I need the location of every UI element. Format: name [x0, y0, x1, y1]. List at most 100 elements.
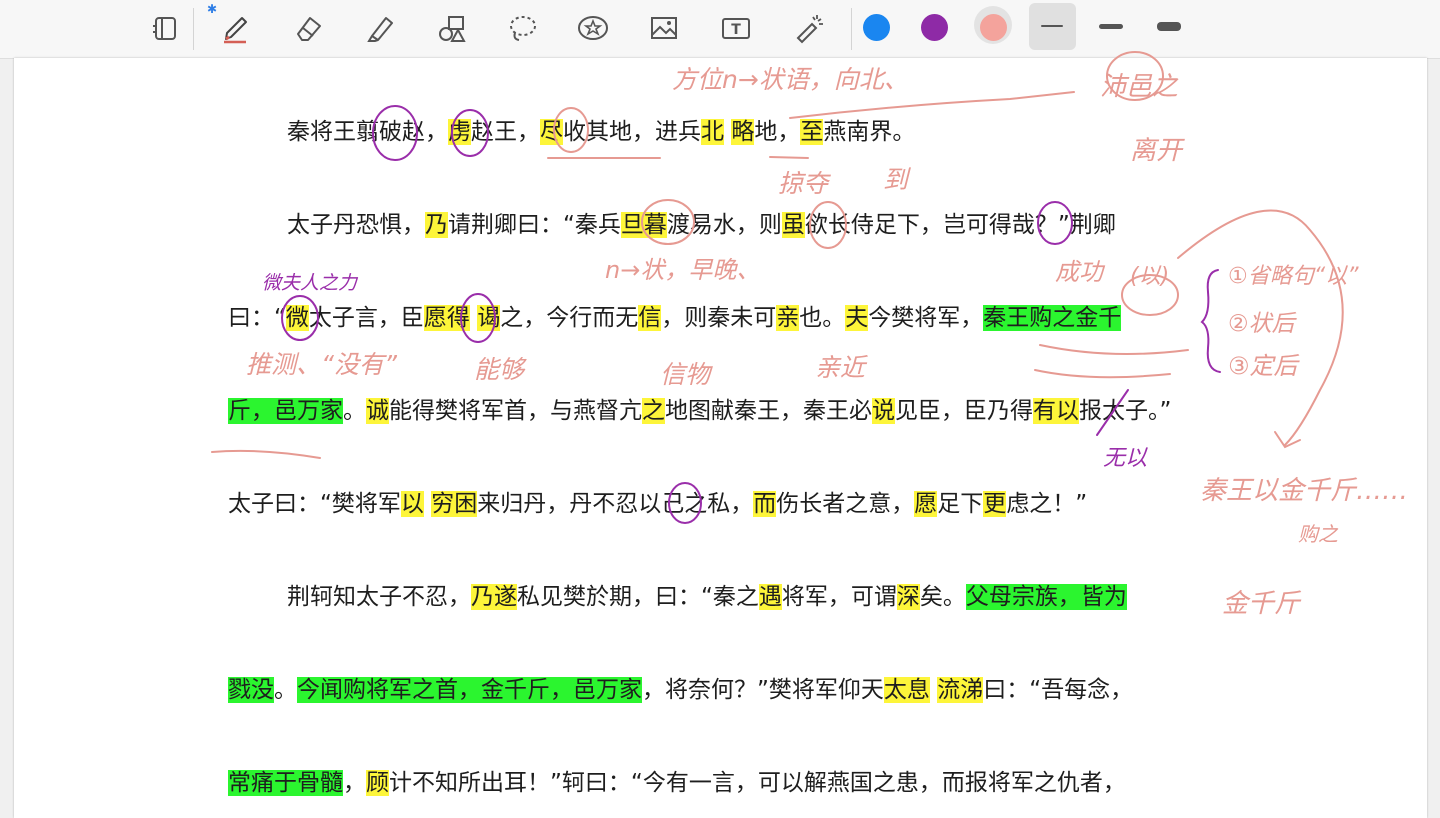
highlight-yellow: 北	[701, 119, 724, 145]
text-segment: 。	[274, 677, 297, 703]
text-segment: 太子言，臣	[308, 305, 424, 331]
highlight-green: 斤，邑万家	[228, 398, 343, 424]
highlight-green: 秦王购之金千	[983, 305, 1122, 331]
handwritten-note: (以)	[1130, 264, 1170, 289]
text-segment: 之，今行而无	[500, 305, 639, 331]
highlight-yellow: 虽	[781, 212, 805, 238]
toolbar: ✱ T	[0, 0, 1440, 59]
color-swatch-pink[interactable]	[980, 14, 1007, 41]
sticker-icon[interactable]	[571, 8, 615, 48]
text-segment: 曰：“吾每念，	[983, 677, 1134, 703]
handwritten-note: 沛邑之	[1100, 72, 1179, 102]
highlighter-icon[interactable]	[358, 8, 402, 48]
handwritten-note: ①省略句“以”	[1228, 264, 1359, 289]
highlight-yellow: 深	[896, 584, 920, 610]
svg-text:T: T	[731, 22, 741, 38]
handwritten-note: 到	[883, 165, 909, 194]
text-segment: 伤长者之意，	[776, 491, 915, 517]
text-segment: 太子曰：“樊将军	[228, 491, 401, 517]
handwritten-note: 方位n→状语，向北、	[672, 65, 909, 94]
handwritten-note: 秦王以金千斤……	[1200, 476, 1409, 506]
shapes-icon[interactable]	[430, 8, 474, 48]
highlight-yellow: 诚	[366, 398, 389, 424]
handwritten-note: 掠夺	[778, 169, 829, 198]
text-segment: 私见樊於期，曰：“秦之	[517, 584, 759, 610]
text-segment: 来归丹，丹不忍以己之私，	[477, 491, 754, 517]
highlight-yellow: 更	[983, 491, 1007, 517]
highlight-yellow: 夫	[845, 305, 869, 331]
text-line-8: 常痛于骨髓，顾计不知所出耳！”轲曰：“今有一言，可以解燕国之患，而报将军之仇者，	[228, 766, 1126, 800]
text-segment: 秦将王翦	[287, 119, 379, 145]
text-segment: 曰：“	[228, 305, 286, 331]
text-icon[interactable]: T	[714, 8, 758, 48]
stroke-width-thick[interactable]	[1157, 22, 1181, 31]
handwritten-note: 信物	[660, 360, 711, 389]
highlight-yellow: 之	[642, 398, 665, 424]
text-segment: 足下	[937, 491, 984, 517]
page-layout-icon[interactable]	[143, 8, 187, 48]
handwritten-note: 推测、“没有”	[246, 350, 397, 379]
text-line-6: 荆轲知太子不忍，乃遂私见樊於期，曰：“秦之遇将军，可谓深矣。父母宗族，皆为	[287, 580, 1127, 614]
text-segment: 。	[343, 398, 366, 424]
handwritten-note: ③定后	[1228, 352, 1298, 380]
handwritten-note: ②状后	[1228, 311, 1295, 337]
text-line-4: 斤，邑万家。诚能得樊将军首，与燕督亢之地图献秦王，秦王必说见臣，臣乃得有以报太子…	[228, 394, 1171, 428]
highlight-yellow: 有以	[1033, 398, 1079, 424]
highlight-yellow: 略	[731, 119, 755, 145]
text-segment: 见臣，臣乃得	[895, 398, 1033, 424]
highlight-yellow: 穷困	[431, 491, 478, 517]
highlight-yellow: 说	[872, 398, 895, 424]
text-segment: 将军，可谓	[781, 584, 897, 610]
lasso-icon[interactable]	[500, 8, 544, 48]
highlight-yellow: 顾	[366, 770, 389, 796]
text-segment: 也。	[799, 305, 846, 331]
highlight-yellow: 而	[753, 491, 777, 517]
highlight-yellow: 微	[285, 305, 309, 331]
text-line-3: 曰：“微太子言，臣愿得 谒之，今行而无信，则秦未可亲也。夫今樊将军，秦王购之金千	[228, 301, 1122, 335]
highlight-yellow: 至	[800, 119, 824, 145]
text-segment: 请荆卿曰：“秦兵	[448, 212, 621, 238]
stroke-thin-icon	[1041, 25, 1063, 27]
text-segment: 荆轲知太子不忍，	[287, 584, 471, 610]
laser-pointer-icon[interactable]	[786, 8, 830, 48]
highlight-yellow: 以	[400, 491, 424, 517]
image-icon[interactable]	[642, 8, 686, 48]
eraser-icon[interactable]	[286, 8, 330, 48]
highlight-green: 今闻购将军之首，金千斤，邑万家	[297, 677, 642, 703]
text-line-2: 太子丹恐惧，乃请荆卿曰：“秦兵旦暮渡易水，则虽欲长侍足下，岂可得哉？”荆卿	[287, 208, 1116, 242]
text-segment: 收其地，进兵	[563, 119, 701, 145]
highlight-yellow: 遇	[758, 584, 782, 610]
handwritten-note: n→状，早晚、	[605, 256, 761, 284]
handwritten-note: 金千斤	[1222, 589, 1301, 619]
handwritten-note: 成功	[1055, 258, 1103, 286]
highlight-yellow: 愿得	[423, 305, 470, 331]
highlight-green: 常痛于骨髓	[228, 770, 343, 796]
text-line-7: 戮没。今闻购将军之首，金千斤，邑万家，将奈何？”樊将军仰天太息 流涕曰：“吾每念…	[228, 673, 1133, 707]
highlight-yellow: 旦暮	[620, 212, 667, 238]
highlight-yellow: 虏	[448, 119, 471, 145]
highlight-yellow: 谒	[477, 305, 501, 331]
text-segment: ，	[343, 770, 366, 796]
text-segment: 欲长侍足下，岂可得哉？”荆卿	[804, 212, 1116, 238]
highlight-yellow: 信	[638, 305, 662, 331]
highlight-yellow: 尽	[540, 119, 563, 145]
text-segment: 能得樊将军首，与燕督亢	[389, 398, 642, 424]
pen-icon[interactable]	[213, 8, 257, 48]
text-segment: 报太子。”	[1079, 398, 1172, 424]
color-swatch-purple[interactable]	[921, 14, 948, 41]
text-segment: 虑之！”	[1006, 491, 1088, 517]
highlight-yellow: 流涕	[937, 677, 984, 703]
color-swatch-blue[interactable]	[863, 14, 890, 41]
toolbar-divider	[851, 8, 852, 50]
highlight-green: 戮没	[228, 677, 274, 703]
stroke-width-medium[interactable]	[1099, 24, 1123, 29]
handwritten-note: 离开	[1130, 136, 1183, 166]
text-line-5: 太子曰：“樊将军以 穷困来归丹，丹不忍以己之私，而伤长者之意，愿足下更虑之！”	[228, 487, 1087, 521]
highlight-yellow: 乃遂	[471, 584, 517, 610]
text-segment: 矣。	[919, 584, 966, 610]
handwritten-note: 能够	[474, 355, 525, 384]
highlight-yellow: 乃	[425, 212, 448, 238]
highlight-yellow: 愿	[914, 491, 938, 517]
highlight-yellow: 太息	[883, 677, 930, 703]
handwritten-note: 无以	[1103, 446, 1148, 471]
